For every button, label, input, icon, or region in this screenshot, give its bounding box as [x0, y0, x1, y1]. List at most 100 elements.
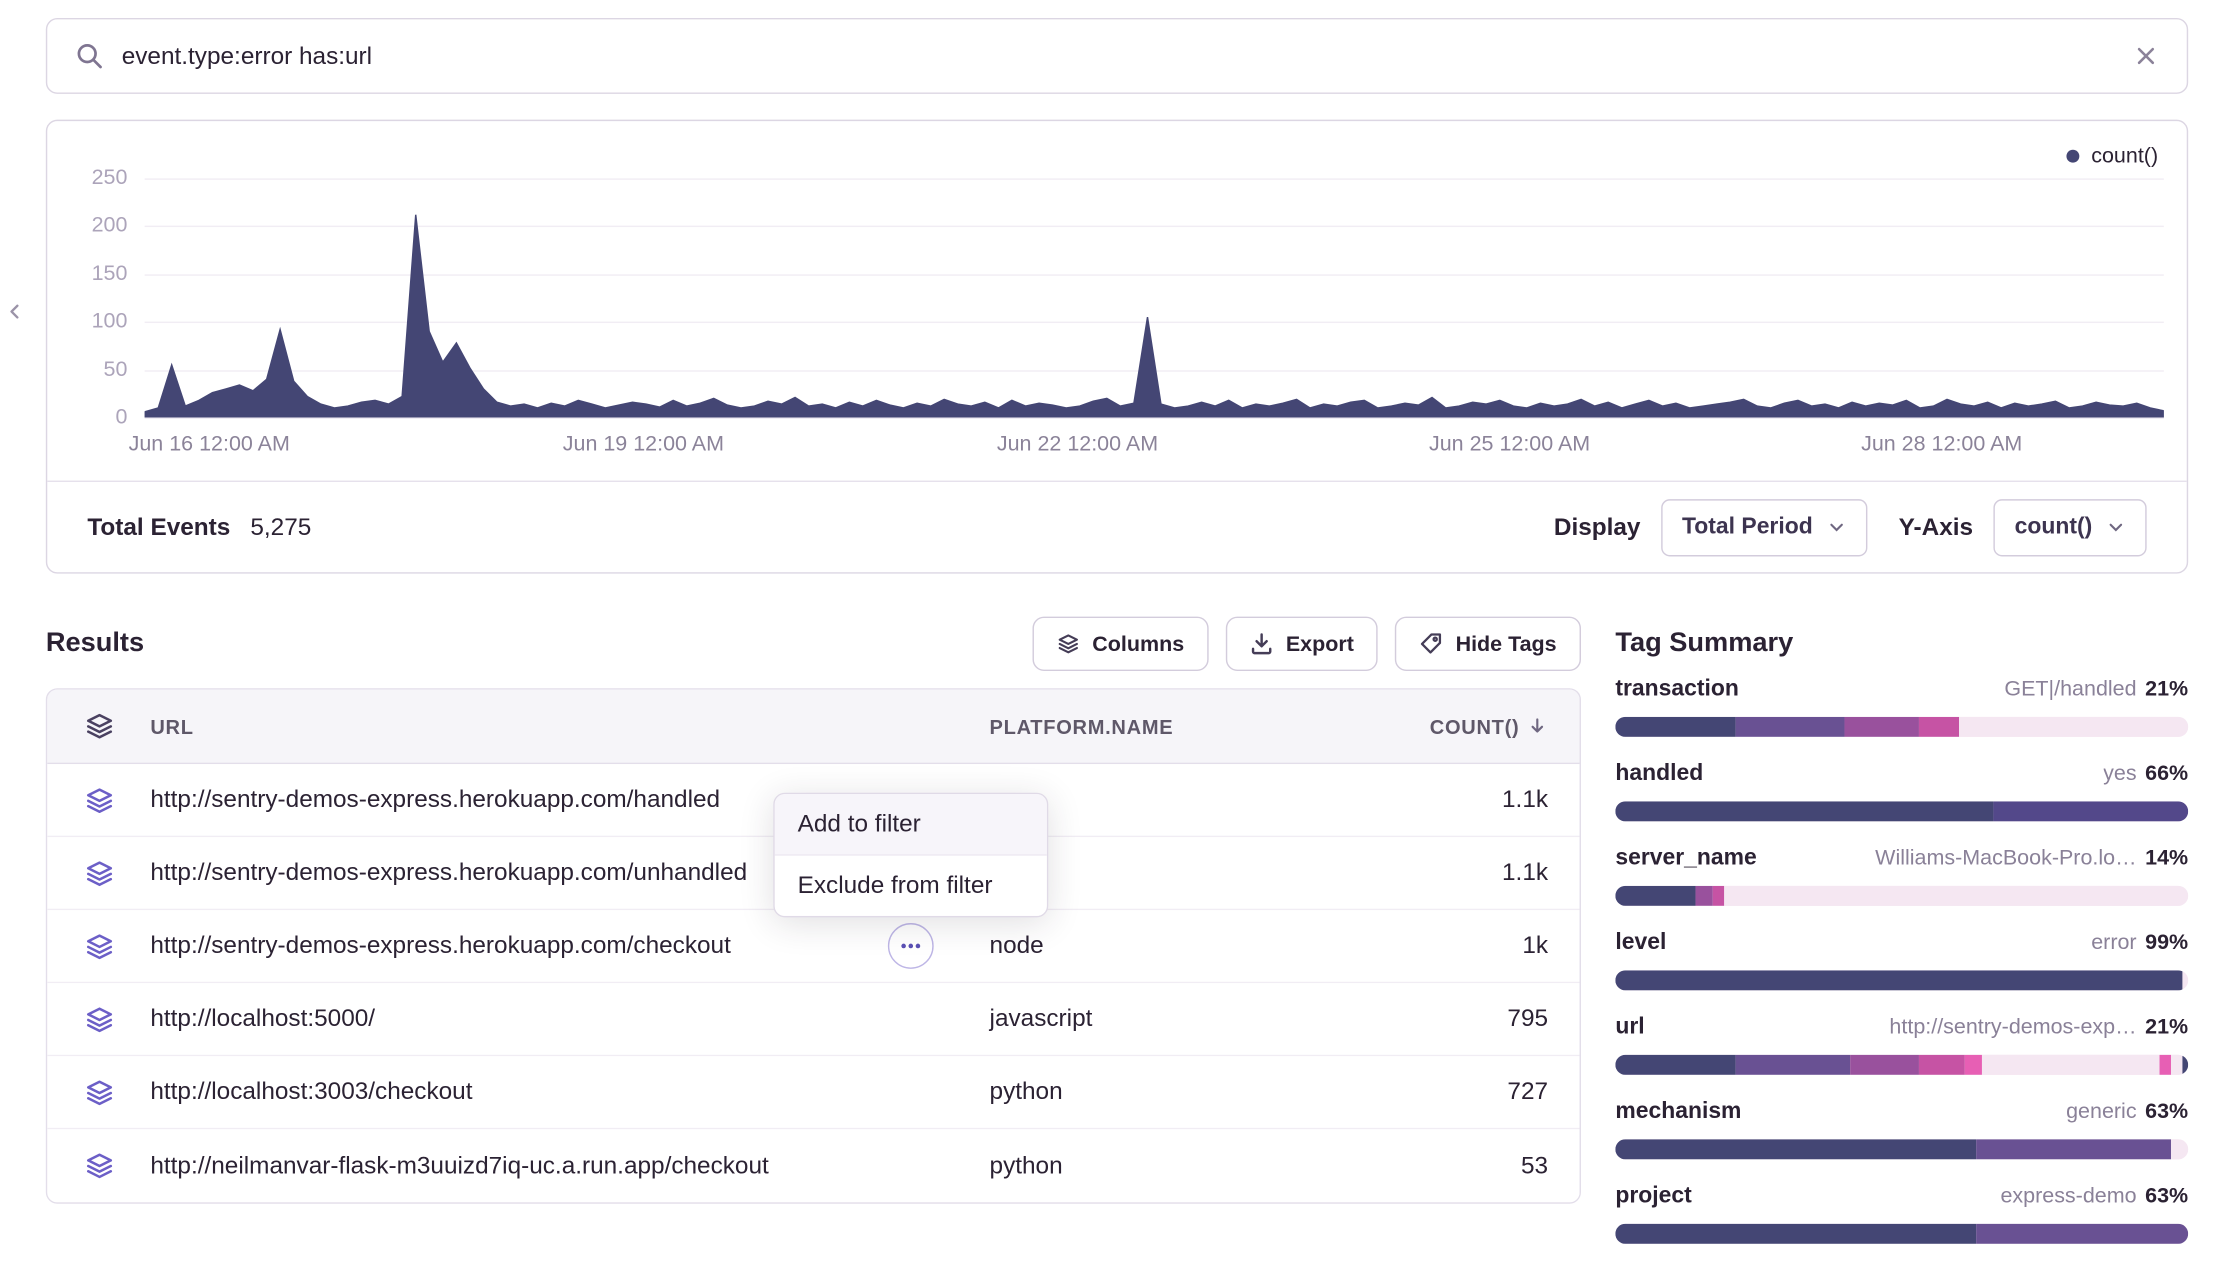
x-axis-tick: Jun 16 12:00 AM	[129, 432, 290, 456]
tag-bar-segment[interactable]	[1965, 1055, 1982, 1075]
column-header-count[interactable]: COUNT()	[1333, 715, 1579, 738]
tag-name: mechanism	[1615, 1099, 1741, 1125]
cell-actions-menu: Add to filter Exclude from filter	[773, 793, 1048, 918]
tag-bar-segment[interactable]	[1615, 886, 1695, 906]
count-cell: 1k	[1333, 932, 1579, 961]
tag-bar-segment[interactable]	[2182, 970, 2188, 990]
url-cell[interactable]: http://localhost:3003/checkout	[150, 1056, 989, 1128]
tag-distribution-bar[interactable]	[1615, 1224, 2188, 1244]
tag-distribution-bar[interactable]	[1615, 1139, 2188, 1159]
tag-bar-segment[interactable]	[1993, 801, 2188, 821]
results-header: Results Columns Export	[46, 617, 1581, 671]
tag-bar-segment[interactable]	[2160, 1055, 2171, 1075]
tag-bar-segment[interactable]	[1615, 801, 1993, 821]
count-header-label: COUNT()	[1430, 715, 1520, 738]
legend-label: count()	[2091, 144, 2158, 168]
tag-bar-segment[interactable]	[1976, 1139, 2171, 1159]
tag-summary-item: level error 99%	[1615, 930, 2188, 990]
tag-bar-segment[interactable]	[1615, 717, 1735, 737]
tag-summary-item: server_name Williams-MacBook-Pro.lo… 14%	[1615, 846, 2188, 906]
menu-item-add-to-filter[interactable]: Add to filter	[775, 794, 1047, 854]
tag-summary-item: transaction GET|/handled 21%	[1615, 677, 2188, 737]
display-dropdown[interactable]: Total Period	[1661, 498, 1868, 555]
table-row[interactable]: http://neilmanvar-flask-m3uuizd7iq-uc.a.…	[47, 1129, 1579, 1202]
table-row[interactable]: http://localhost:5000/ javascript 795	[47, 983, 1579, 1056]
url-cell[interactable]: http://localhost:5000/	[150, 983, 989, 1055]
stack-icon	[47, 711, 150, 741]
tag-top-value: GET|/handled	[2004, 677, 2136, 701]
url-cell[interactable]: http://neilmanvar-flask-m3uuizd7iq-uc.a.…	[150, 1129, 989, 1202]
tag-bar-segment[interactable]	[2171, 1139, 2188, 1159]
search-input[interactable]	[122, 42, 2115, 71]
tag-distribution-bar[interactable]	[1615, 886, 2188, 906]
tag-top-value: yes	[2103, 761, 2136, 785]
chevron-down-icon	[2107, 518, 2126, 537]
table-row[interactable]: http://sentry-demos-express.herokuapp.co…	[47, 910, 1579, 983]
tag-top-value: http://sentry-demos-exp…	[1889, 1015, 2136, 1039]
search-icon	[76, 42, 103, 69]
tag-name: handled	[1615, 761, 1703, 787]
table-row[interactable]: http://localhost:3003/checkout python 72…	[47, 1056, 1579, 1129]
layers-icon	[47, 931, 150, 961]
results-table: URL PLATFORM.NAME COUNT() http://sentry-…	[46, 688, 1581, 1204]
y-axis-tick: 50	[64, 357, 127, 381]
events-area-chart[interactable]: 250200150100500	[145, 178, 2164, 417]
tag-distribution-bar[interactable]	[1615, 801, 2188, 821]
column-header-platform[interactable]: PLATFORM.NAME	[990, 715, 1334, 738]
sidebar-collapse-icon[interactable]	[6, 299, 25, 325]
hide-tags-button[interactable]: Hide Tags	[1395, 617, 1581, 671]
tag-bar-segment[interactable]	[1982, 1055, 2160, 1075]
tag-bar-segment[interactable]	[1615, 970, 2182, 990]
tag-bar-segment[interactable]	[1919, 1055, 1965, 1075]
tag-bar-segment[interactable]	[1615, 1055, 1735, 1075]
menu-item-exclude-from-filter[interactable]: Exclude from filter	[775, 856, 1047, 916]
cell-actions-button[interactable]	[888, 923, 934, 969]
url-cell[interactable]: http://sentry-demos-express.herokuapp.co…	[150, 910, 989, 982]
display-label: Display	[1554, 513, 1641, 542]
tag-name: server_name	[1615, 846, 1756, 872]
total-events-label: Total Events	[87, 513, 230, 542]
tag-bar-segment[interactable]	[1844, 717, 1918, 737]
tag-distribution-bar[interactable]	[1615, 970, 2188, 990]
tag-bar-segment[interactable]	[1615, 1139, 1976, 1159]
yaxis-label: Y-Axis	[1899, 513, 1973, 542]
count-cell: 1.1k	[1333, 786, 1579, 815]
tag-bar-segment[interactable]	[1696, 886, 1713, 906]
tag-bar-segment[interactable]	[1713, 886, 1724, 906]
yaxis-dropdown[interactable]: count()	[1993, 498, 2147, 555]
url-text: http://sentry-demos-express.herokuapp.co…	[150, 786, 720, 815]
tag-distribution-bar[interactable]	[1615, 717, 2188, 737]
tag-distribution-bar[interactable]	[1615, 1055, 2188, 1075]
tag-bar-segment[interactable]	[1615, 1224, 1976, 1244]
discover-page: count() 250200150100500 Jun 16 12:00 AMJ…	[0, 18, 2234, 1242]
table-header: URL PLATFORM.NAME COUNT()	[47, 690, 1579, 764]
tag-icon	[1420, 632, 1443, 655]
tag-bar-segment[interactable]	[1850, 1055, 1919, 1075]
layers-icon	[47, 858, 150, 888]
tag-bar-segment[interactable]	[1919, 717, 1959, 737]
tag-bar-segment[interactable]	[1736, 717, 1845, 737]
tag-bar-segment[interactable]	[2171, 1055, 2182, 1075]
chart-legend[interactable]: count()	[2067, 144, 2158, 168]
columns-button[interactable]: Columns	[1032, 617, 1208, 671]
clear-search-icon[interactable]	[2134, 44, 2158, 68]
tag-summary-item: url http://sentry-demos-exp… 21%	[1615, 1015, 2188, 1075]
tag-name: url	[1615, 1015, 1644, 1041]
tag-percentage: 14%	[2145, 846, 2188, 870]
tag-summary-item: mechanism generic 63%	[1615, 1099, 2188, 1159]
tag-bar-segment[interactable]	[2182, 1055, 2188, 1075]
column-header-url[interactable]: URL	[150, 690, 989, 763]
tag-summary-item: project express-demo 63%	[1615, 1184, 2188, 1244]
platform-cell: node	[990, 932, 1334, 961]
tag-bar-segment[interactable]	[1976, 1224, 2188, 1244]
export-button[interactable]: Export	[1226, 617, 1379, 671]
tag-bar-segment[interactable]	[1736, 1055, 1851, 1075]
y-axis-tick: 200	[64, 213, 127, 237]
tag-percentage: 63%	[2145, 1099, 2188, 1123]
count-cell: 53	[1333, 1151, 1579, 1180]
tag-top-value: express-demo	[2000, 1184, 2136, 1208]
tag-bar-segment[interactable]	[1724, 886, 2188, 906]
chevron-down-icon	[1827, 518, 1846, 537]
layers-icon	[47, 1077, 150, 1107]
tag-bar-segment[interactable]	[1959, 717, 2188, 737]
